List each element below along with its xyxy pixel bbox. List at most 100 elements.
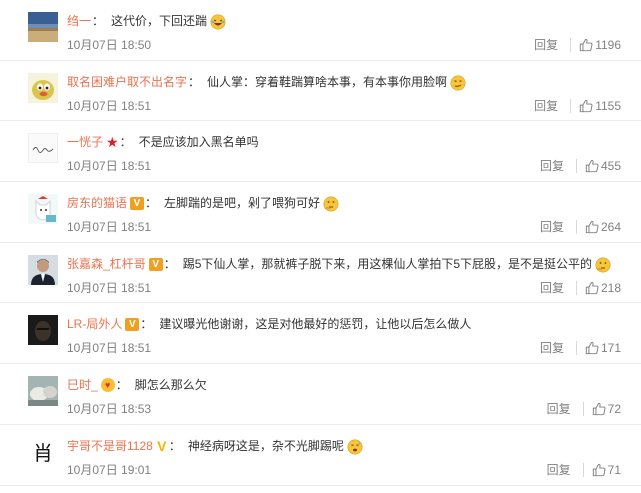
like-count: 218: [600, 280, 621, 295]
smirk-emoji-icon: [447, 74, 466, 91]
colon-separator: ：: [119, 135, 132, 150]
thumbs-up-icon: [592, 463, 606, 477]
comment-line: 张嘉森_杠杆哥 V： 踢5下仙人掌，那就裤子脱下来，用这棵仙人掌拍下5下屁股，是不是…: [67, 256, 611, 273]
vip-badge-icon: V: [148, 257, 163, 271]
username-link[interactable]: LR-局外人: [67, 316, 122, 332]
reply-button[interactable]: 回复: [534, 98, 558, 114]
thumbs-up-icon: [579, 38, 593, 52]
avatar[interactable]: [28, 133, 58, 164]
comment-timestamp: 10月07日 18:51: [67, 98, 152, 113]
username-link[interactable]: 房东的猫语: [67, 195, 127, 211]
colon-separator: ：: [163, 257, 176, 272]
comment-line: 巳时_ ♥： 脚怎么那么欠: [67, 377, 207, 393]
comment-text: 脚怎么那么欠: [134, 378, 207, 393]
like-button[interactable]: 455: [585, 158, 621, 174]
comment-text: 这代价，下回还踹: [111, 14, 208, 29]
heart-badge-icon: ♥: [100, 378, 115, 393]
username-link[interactable]: 宇哥不是哥1128: [67, 438, 153, 454]
thumbs-up-icon: [579, 99, 593, 113]
avatar[interactable]: [28, 72, 58, 103]
vip-badge-icon: V: [130, 196, 145, 210]
like-button[interactable]: 72: [592, 401, 621, 417]
comment-list: 绉一：这代价，下回还踹 10月07日 18:50 回复 1196 取名困难户取不出名字：…: [0, 0, 641, 486]
action-divider: [570, 98, 572, 113]
action-divider: [570, 38, 572, 52]
username-link[interactable]: 巳时_: [67, 377, 98, 393]
avatar[interactable]: 肖: [28, 436, 58, 467]
comment-line: 绉一： 这代价，下回还踹: [67, 13, 226, 30]
reply-button[interactable]: 回复: [547, 462, 571, 478]
comment-timestamp: 10月07日 18:51: [67, 220, 152, 235]
like-button[interactable]: 264: [585, 219, 621, 235]
like-button[interactable]: 218: [585, 280, 621, 296]
comment-timestamp: 10月07日 18:51: [67, 280, 152, 295]
thumbs-up-icon: [592, 402, 606, 416]
svg-text:肖: 肖: [33, 441, 53, 465]
colon-separator: ：: [115, 378, 128, 393]
comment-text: 神经病呀这是，杂不光脚踢呢: [187, 439, 344, 454]
vip-badge-icon: V: [125, 317, 140, 331]
avatar[interactable]: [28, 315, 58, 346]
comment-line: 宇哥不是哥1128 V： 神经病呀这是，杂不光脚踢呢: [67, 438, 363, 455]
sweat-emoji-icon: [344, 438, 363, 455]
comment-item: 一恍子 ★： 不是应该加入黑名单吗 10月07日 18:51 回复 455: [0, 121, 641, 183]
action-divider: [575, 159, 577, 174]
reply-button[interactable]: 回复: [540, 219, 564, 235]
reply-button[interactable]: 回复: [540, 158, 564, 174]
comment-text: 左脚踹的是吧，剁了喂狗可好: [164, 196, 321, 211]
like-count: 1196: [595, 38, 621, 52]
like-button[interactable]: 171: [585, 340, 621, 356]
colon-separator: ：: [188, 75, 201, 90]
comment-item: LR-局外人 V： 建议曝光他谢谢，这是对他最好的惩罚，让他以后怎么做人 10月07日…: [0, 303, 641, 365]
like-button[interactable]: 71: [592, 462, 621, 478]
like-button[interactable]: 1155: [579, 98, 621, 114]
reply-button[interactable]: 回复: [547, 401, 571, 417]
comment-actions: 回复 455: [540, 158, 621, 174]
like-button[interactable]: 1196: [579, 37, 621, 53]
username-link[interactable]: 张嘉森_杠杆哥: [67, 256, 146, 272]
comment-text: 建议曝光他谢谢，这是对他最好的惩罚，让他以后怎么做人: [159, 317, 472, 332]
like-count: 171: [600, 341, 621, 356]
action-divider: [575, 280, 577, 295]
like-count: 1155: [595, 98, 621, 113]
username-link[interactable]: 绉一: [67, 13, 91, 29]
comment-item: 取名困难户取不出名字： 仙人掌：穿着鞋踹算啥本事，有本事你用脸啊 10月07日 18…: [0, 61, 641, 122]
comment-actions: 回复 171: [540, 340, 621, 356]
comment-timestamp: 10月07日 18:51: [67, 341, 152, 356]
thinking-emoji-icon: [592, 256, 611, 273]
comment-text: 踢5下仙人掌，那就裤子脱下来，用这棵仙人掌拍下5下屁股，是不是挺公平的: [182, 257, 593, 272]
comment-timestamp: 10月07日 19:01: [67, 462, 152, 477]
like-count: 455: [600, 159, 621, 174]
comment-text: 仙人掌：穿着鞋踹算啥本事，有本事你用脸啊: [207, 75, 448, 90]
reply-button[interactable]: 回复: [534, 37, 558, 53]
comment-actions: 回复 1155: [534, 98, 621, 114]
comment-text: 不是应该加入黑名单吗: [138, 135, 259, 150]
comment-line: LR-局外人 V： 建议曝光他谢谢，这是对他最好的惩罚，让他以后怎么做人: [67, 316, 471, 332]
comment-line: 一恍子 ★： 不是应该加入黑名单吗: [67, 134, 259, 150]
laugh-cry-emoji-icon: [207, 13, 226, 30]
thumbs-up-icon: [585, 341, 599, 355]
action-divider: [582, 462, 584, 477]
reply-button[interactable]: 回复: [540, 340, 564, 356]
avatar[interactable]: [28, 254, 58, 285]
comment-timestamp: 10月07日 18:50: [67, 38, 152, 52]
comment-item: 房东的猫语 V： 左脚踹的是吧，剁了喂狗可好 10月07日 18:51 回复 264: [0, 182, 641, 243]
action-divider: [575, 220, 577, 235]
comment-timestamp: 10月07日 18:51: [67, 159, 152, 174]
avatar[interactable]: [28, 12, 58, 42]
thumbs-up-icon: [585, 281, 599, 295]
avatar[interactable]: [28, 194, 58, 225]
comment-actions: 回复 71: [547, 462, 621, 478]
reply-button[interactable]: 回复: [540, 280, 564, 296]
colon-separator: ：: [145, 196, 158, 211]
comment-item: 张嘉森_杠杆哥 V： 踢5下仙人掌，那就裤子脱下来，用这棵仙人掌拍下5下屁股，是不是…: [0, 243, 641, 304]
comment-item: 肖宇哥不是哥1128 V： 神经病呀这是，杂不光脚踢呢 10月07日 19:01 回复 7…: [0, 425, 641, 486]
username-link[interactable]: 取名困难户取不出名字: [67, 74, 187, 90]
verified-badge-icon: V: [157, 438, 167, 455]
username-link[interactable]: 一恍子: [67, 134, 103, 150]
thumbs-up-icon: [585, 159, 599, 173]
comment-item: 绉一： 这代价，下回还踹 10月07日 18:50 回复 1196: [0, 0, 641, 61]
like-count: 264: [600, 220, 621, 235]
avatar[interactable]: [28, 376, 58, 407]
comment-timestamp: 10月07日 18:53: [67, 402, 152, 417]
